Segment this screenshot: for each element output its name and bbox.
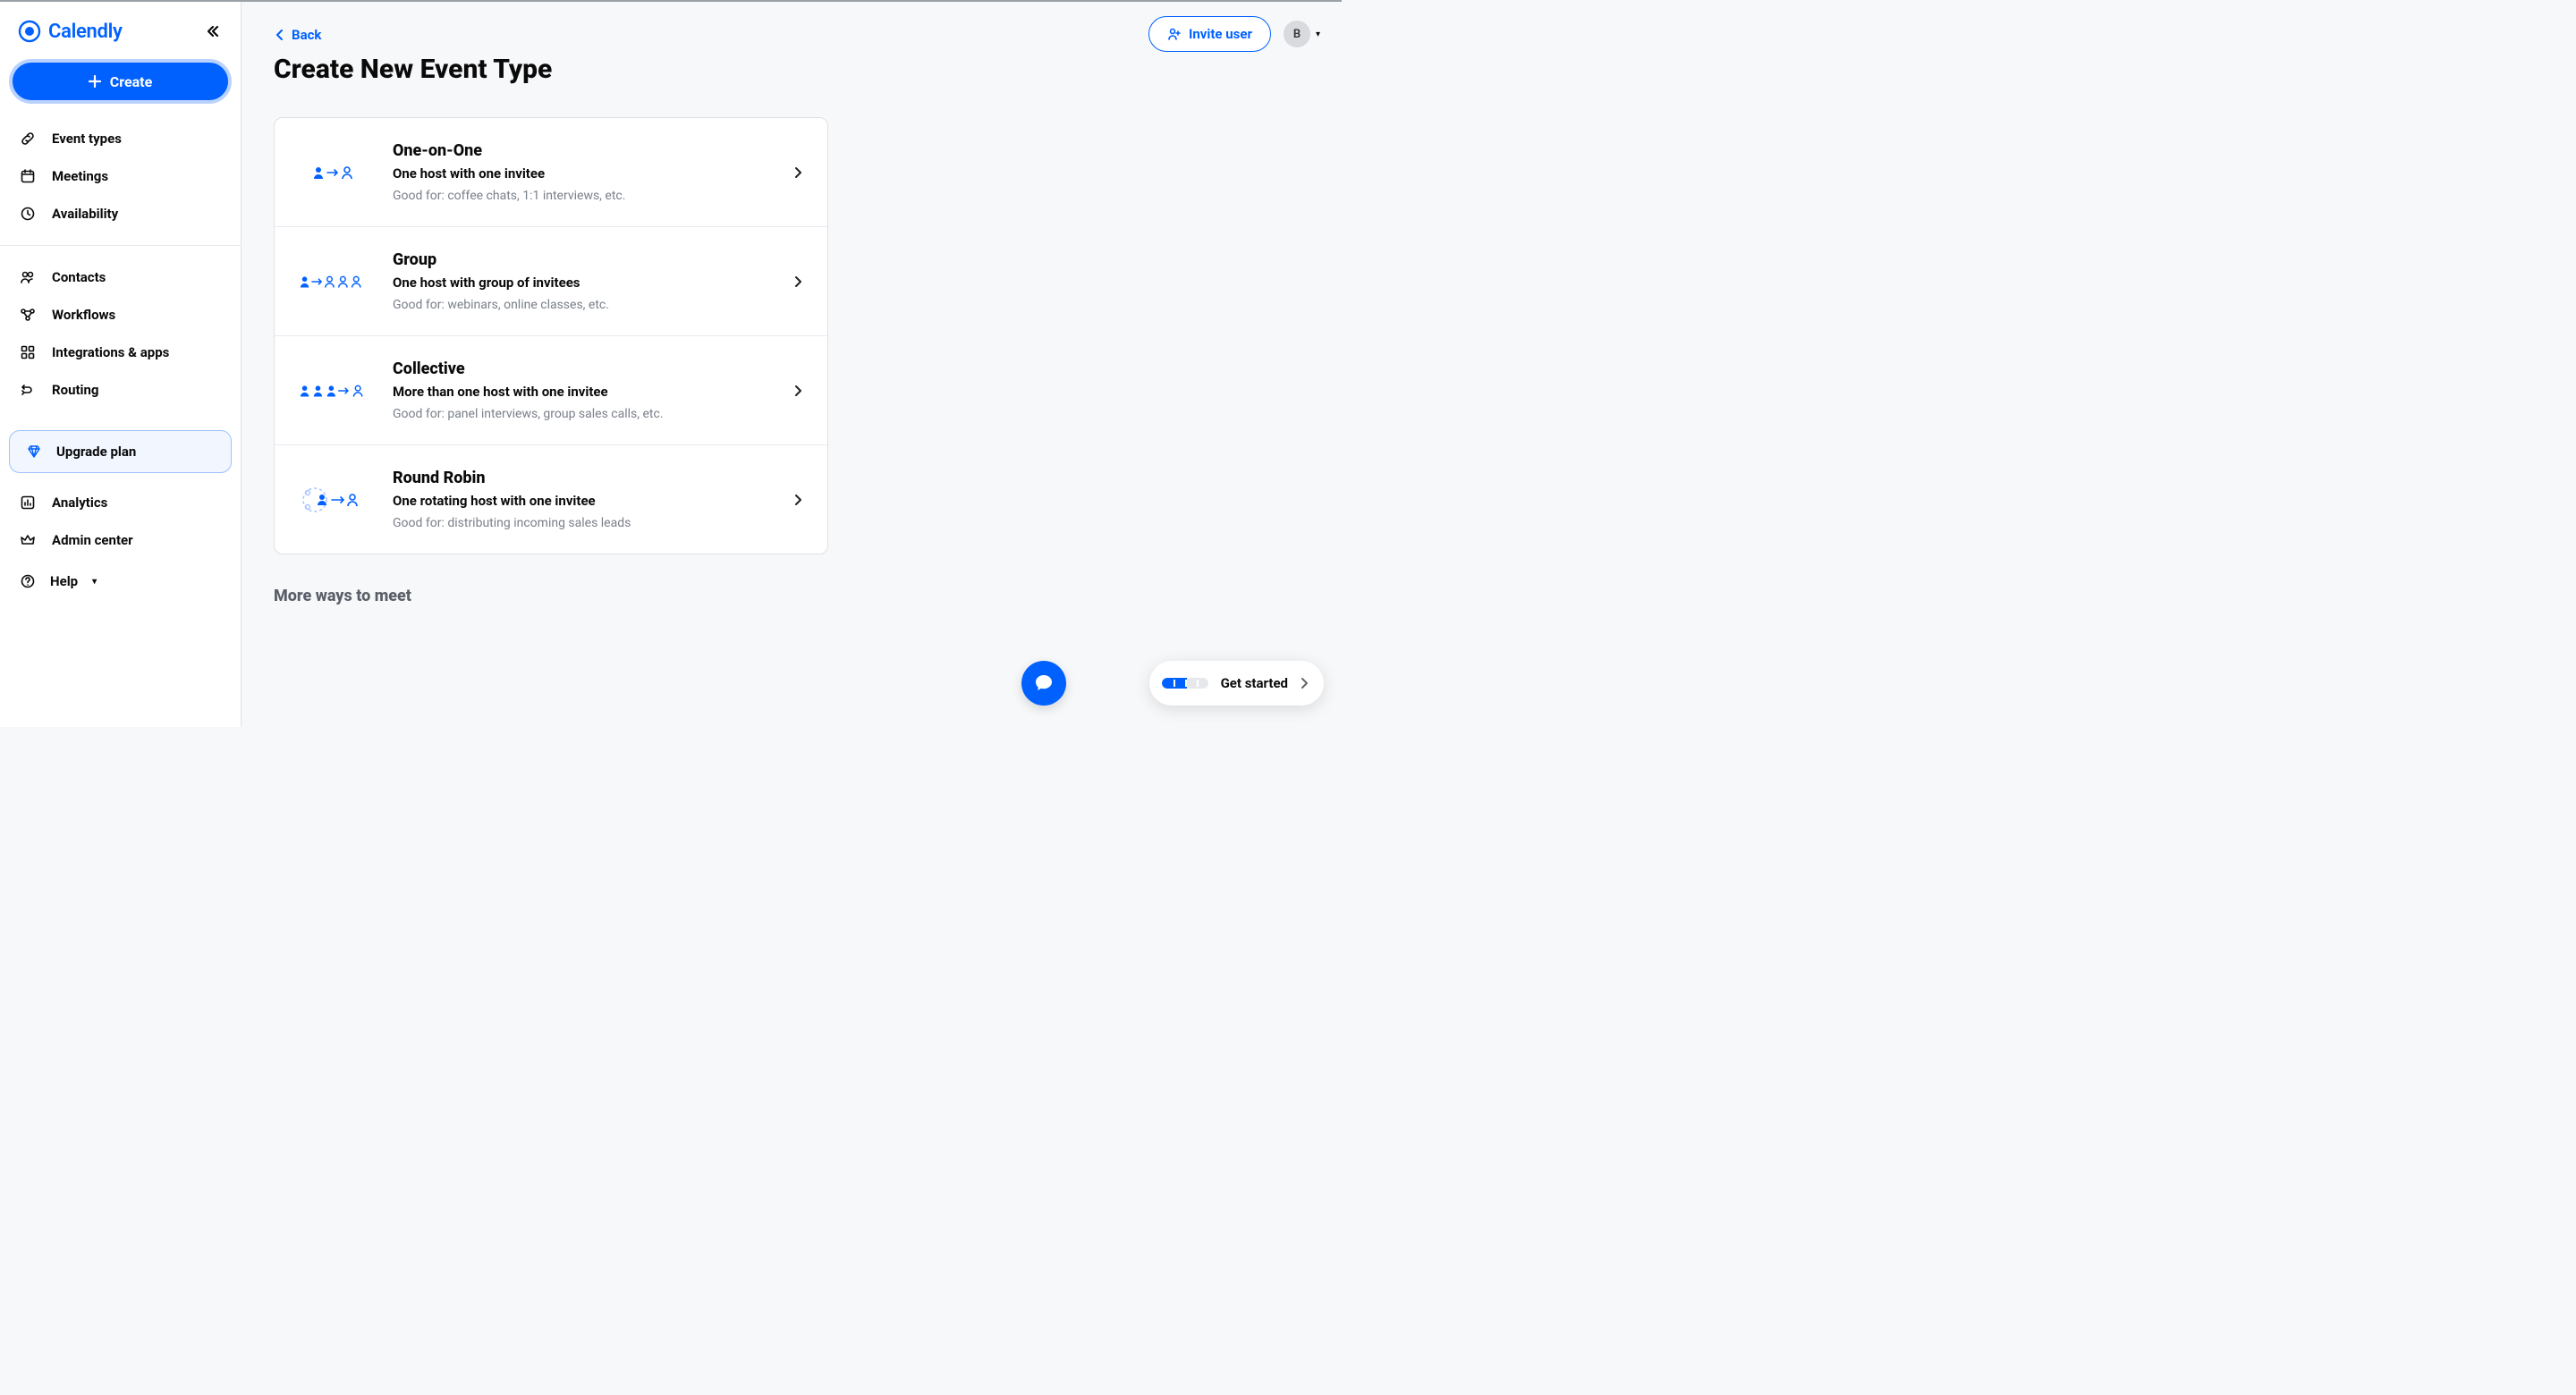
event-type-title: Group: [393, 250, 772, 269]
account-menu[interactable]: B ▾: [1284, 21, 1320, 47]
sidebar-item-label: Routing: [52, 382, 99, 398]
avatar-initial: B: [1293, 28, 1301, 41]
event-type-title: Collective: [393, 359, 772, 378]
event-type-title: One-on-One: [393, 141, 772, 160]
help-icon: [20, 573, 36, 589]
round-robin-icon: [300, 484, 371, 516]
person-plus-icon: [1167, 27, 1182, 41]
sidebar-item-help[interactable]: Help ▾: [0, 562, 241, 600]
link-icon: [20, 131, 36, 147]
apps-icon: [20, 344, 36, 360]
chat-icon: [1033, 672, 1055, 694]
sidebar-item-contacts[interactable]: Contacts: [0, 258, 241, 296]
sidebar: Calendly Create Event types Meetings: [0, 2, 242, 727]
sidebar-item-meetings[interactable]: Meetings: [0, 157, 241, 195]
event-type-subtitle: More than one host with one invitee: [393, 384, 772, 400]
sidebar-item-label: Integrations & apps: [52, 344, 169, 360]
event-type-one-on-one[interactable]: One-on-One One host with one invitee Goo…: [275, 118, 827, 227]
chevron-right-icon: [793, 494, 802, 506]
event-type-round-robin[interactable]: Round Robin One rotating host with one i…: [275, 445, 827, 554]
main-area: Invite user B ▾ Back Create New Event Ty…: [242, 2, 1342, 727]
event-type-desc: Good for: webinars, online classes, etc.: [393, 298, 772, 312]
sidebar-item-label: Admin center: [52, 532, 133, 548]
help-label: Help: [50, 573, 78, 589]
routing-icon: [20, 382, 36, 398]
event-type-desc: Good for: distributing incoming sales le…: [393, 516, 772, 530]
sidebar-item-integrations[interactable]: Integrations & apps: [0, 334, 241, 371]
chevron-left-icon: [275, 30, 284, 40]
analytics-icon: [20, 495, 36, 511]
sidebar-item-label: Analytics: [52, 495, 107, 511]
chat-button[interactable]: [1021, 661, 1066, 706]
get-started-pill[interactable]: Get started: [1149, 661, 1324, 706]
caret-down-icon: ▾: [1316, 30, 1320, 39]
workflows-icon: [20, 307, 36, 323]
avatar: B: [1284, 21, 1310, 47]
upgrade-plan-button[interactable]: Upgrade plan: [9, 430, 232, 473]
chevron-right-icon: [793, 166, 802, 179]
event-type-subtitle: One rotating host with one invitee: [393, 493, 772, 509]
progress-segment: [1185, 680, 1187, 687]
collective-icon: [300, 382, 371, 400]
clock-icon: [20, 206, 36, 222]
chevrons-left-icon: [206, 24, 220, 38]
more-ways-heading: More ways to meet: [274, 587, 1309, 605]
chevron-right-icon: [793, 385, 802, 397]
progress-segment: [1174, 680, 1175, 687]
event-type-desc: Good for: panel interviews, group sales …: [393, 407, 772, 421]
invite-user-button[interactable]: Invite user: [1148, 16, 1271, 52]
sidebar-item-event-types[interactable]: Event types: [0, 120, 241, 157]
crown-icon: [20, 532, 36, 548]
event-type-desc: Good for: coffee chats, 1:1 interviews, …: [393, 189, 772, 203]
chevron-right-icon: [1301, 678, 1308, 689]
event-type-subtitle: One host with group of invitees: [393, 275, 772, 291]
back-label: Back: [292, 27, 321, 43]
progress-segment: [1197, 680, 1199, 687]
sidebar-item-label: Availability: [52, 206, 118, 222]
sidebar-item-analytics[interactable]: Analytics: [0, 484, 241, 521]
sidebar-item-label: Workflows: [52, 307, 115, 323]
sidebar-item-availability[interactable]: Availability: [0, 195, 241, 232]
one-on-one-icon: [300, 164, 371, 182]
plus-icon: [89, 75, 101, 88]
sidebar-item-label: Meetings: [52, 168, 108, 184]
group-icon: [300, 273, 371, 291]
sidebar-item-label: Contacts: [52, 269, 106, 285]
event-type-collective[interactable]: Collective More than one host with one i…: [275, 336, 827, 445]
page-title: Create New Event Type: [274, 54, 1309, 85]
progress-bar: [1162, 678, 1208, 689]
brand-name: Calendly: [48, 21, 123, 43]
invite-user-label: Invite user: [1189, 26, 1252, 42]
chevron-right-icon: [793, 275, 802, 288]
event-type-group[interactable]: Group One host with group of invitees Go…: [275, 227, 827, 336]
get-started-label: Get started: [1221, 675, 1288, 691]
brand-logo[interactable]: Calendly: [18, 20, 123, 43]
divider: [0, 245, 241, 246]
topbar: Invite user B ▾: [1148, 16, 1320, 52]
sidebar-collapse-button[interactable]: [203, 21, 223, 41]
event-type-title: Round Robin: [393, 469, 772, 487]
sidebar-item-admin-center[interactable]: Admin center: [0, 521, 241, 559]
event-type-list: One-on-One One host with one invitee Goo…: [274, 117, 828, 554]
upgrade-plan-label: Upgrade plan: [56, 444, 136, 460]
sidebar-item-workflows[interactable]: Workflows: [0, 296, 241, 334]
sidebar-item-label: Event types: [52, 131, 122, 147]
event-type-subtitle: One host with one invitee: [393, 165, 772, 182]
create-button-label: Create: [110, 73, 152, 90]
calendar-icon: [20, 168, 36, 184]
contacts-icon: [20, 269, 36, 285]
caret-down-icon: ▾: [92, 577, 97, 587]
calendly-logo-icon: [18, 20, 41, 43]
gem-icon: [26, 444, 42, 460]
create-button[interactable]: Create: [9, 59, 232, 104]
sidebar-item-routing[interactable]: Routing: [0, 371, 241, 409]
